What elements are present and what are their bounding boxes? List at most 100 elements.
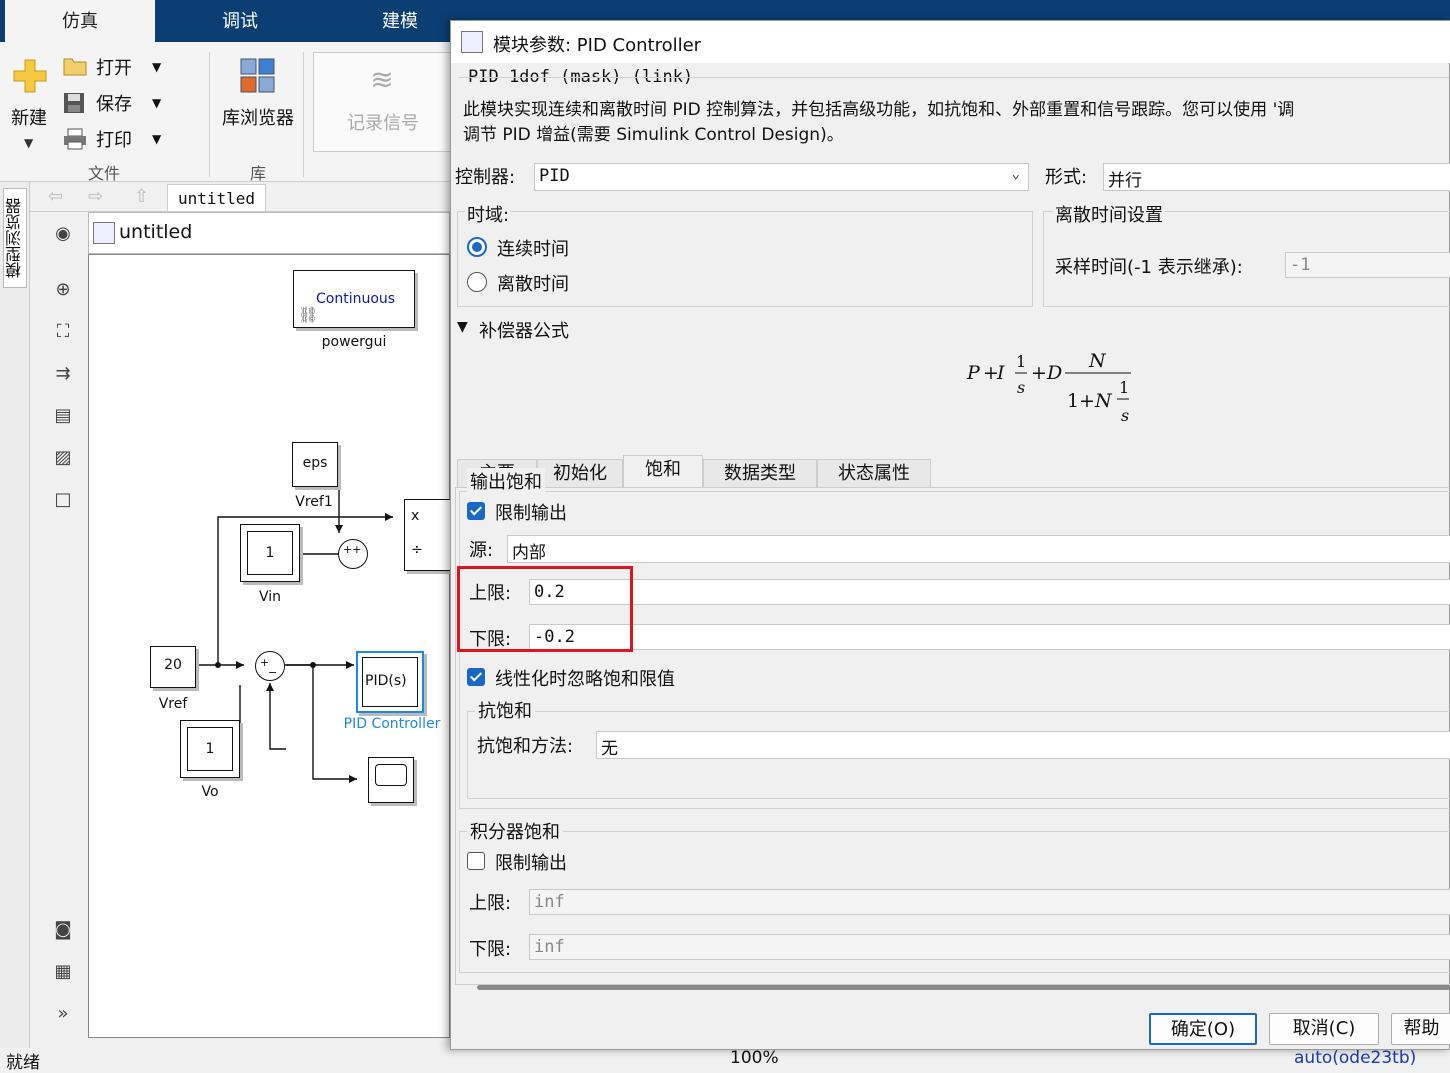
scope-screen-icon: [375, 764, 407, 786]
pid-controller-block[interactable]: PID(s): [356, 651, 424, 713]
model-canvas[interactable]: Continuous ⛓ powergui eps Vref1 ++ 1 Vin…: [88, 254, 456, 1038]
sample-time-input[interactable]: -1: [1285, 252, 1450, 278]
log-signals-button[interactable]: ≋ 记录信号: [313, 52, 451, 152]
library-browser-button[interactable]: 库浏览器: [222, 104, 294, 130]
tab-data-types[interactable]: 数据类型: [703, 459, 817, 487]
up-arrow-icon[interactable]: ⇧: [134, 186, 149, 207]
ok-button[interactable]: 确定(O): [1149, 1013, 1257, 1045]
chevron-down-icon: ⌄: [1011, 166, 1020, 182]
simulink-model-icon: [93, 222, 115, 244]
ignore-saturation-checkbox[interactable]: [467, 668, 485, 686]
svg-text:1: 1: [1016, 352, 1026, 371]
block-parameters-dialog: 模块参数: PID Controller PID 1dof (mask) (li…: [450, 20, 1450, 1050]
signal-lines: [197, 465, 393, 783]
sum1-signs: ++: [343, 543, 362, 556]
svg-text:D: D: [1046, 362, 1062, 384]
divide-div: ÷: [411, 542, 423, 558]
camera-icon[interactable]: ◙: [51, 918, 75, 942]
forward-arrow-icon[interactable]: ⇨: [88, 186, 103, 207]
cancel-button[interactable]: 取消(C): [1269, 1013, 1379, 1045]
status-ready: 就绪: [6, 1053, 40, 1073]
vo-label: Vo: [201, 784, 219, 800]
scope-block[interactable]: [368, 757, 414, 803]
print-dropdown-icon[interactable]: ▼: [152, 132, 161, 146]
save-dropdown-icon[interactable]: ▼: [152, 96, 161, 110]
controller-label: 控制器:: [455, 167, 516, 188]
divide-x: x: [411, 508, 420, 524]
property-inspector-icon[interactable]: ▦: [51, 960, 75, 984]
fit-view-icon[interactable]: ⛶: [51, 320, 75, 344]
tab-initialization[interactable]: 初始化: [537, 459, 623, 487]
form-select[interactable]: 并行: [1103, 163, 1450, 191]
continuous-label: 连续时间: [497, 239, 569, 260]
breadcrumb-tab[interactable]: untitled: [167, 184, 267, 212]
collapse-triangle-icon[interactable]: ▼: [457, 319, 468, 335]
vin-constant-block[interactable]: 1: [240, 524, 300, 582]
integrator-lower-input[interactable]: inf: [529, 934, 1450, 960]
svg-text:1: 1: [1067, 390, 1079, 412]
new-icon[interactable]: [12, 58, 48, 94]
vo-constant-block[interactable]: 1: [180, 720, 240, 778]
zoom-level: 100%: [730, 1048, 779, 1068]
highlight-box: [457, 566, 633, 652]
new-button[interactable]: 新建: [11, 104, 47, 130]
save-button[interactable]: 保存: [96, 90, 132, 116]
svg-text:I: I: [996, 362, 1005, 384]
form-value: 并行: [1108, 171, 1142, 191]
vref-constant-block[interactable]: 20: [150, 646, 196, 688]
log-signals-label: 记录信号: [347, 113, 419, 134]
ribbon-toolstrip: 新建 ▼ 打开 ▼ 保存 ▼ 打印 ▼ 文件 库浏览器 库 ≋ 记录信号: [0, 42, 451, 183]
tab-modeling[interactable]: 建模: [330, 0, 470, 42]
source-select[interactable]: 内部: [507, 535, 1450, 563]
file-group-label: 文件: [88, 164, 121, 183]
tab-simulation[interactable]: 仿真: [5, 0, 155, 42]
image-icon[interactable]: ▨: [51, 446, 75, 470]
continuous-radio[interactable]: [467, 237, 487, 257]
vin-value: 1: [247, 531, 293, 575]
model-title: untitled: [119, 221, 193, 243]
open-dropdown-icon[interactable]: ▼: [152, 60, 161, 74]
sum-block-1[interactable]: ++: [338, 539, 368, 569]
zoom-in-icon[interactable]: ⊕: [51, 278, 75, 302]
lower-limit-input[interactable]: -0.2: [529, 624, 1450, 650]
source-label: 源:: [469, 540, 494, 561]
divide-block[interactable]: x ÷: [404, 499, 456, 571]
sum-block-2[interactable]: + −: [255, 651, 285, 681]
expand-double-chevron-icon[interactable]: »: [51, 1002, 75, 1026]
tab-saturation[interactable]: 饱和: [623, 455, 703, 487]
solver-link[interactable]: auto(ode23tb): [1294, 1048, 1416, 1068]
annotation-icon[interactable]: ▤: [51, 404, 75, 428]
tab-state-attributes[interactable]: 状态属性: [817, 459, 931, 487]
save-disk-icon: [63, 92, 85, 114]
library-browser-icon: [240, 58, 276, 94]
print-icon: [63, 128, 87, 150]
back-arrow-icon[interactable]: ⇦: [48, 186, 63, 207]
integrator-limit-checkbox[interactable]: [467, 852, 485, 870]
open-button[interactable]: 打开: [96, 54, 132, 80]
controller-select[interactable]: PID ⌄: [534, 163, 1029, 191]
horizontal-scrollbar[interactable]: [477, 985, 1450, 990]
tab-debug[interactable]: 调试: [170, 0, 310, 42]
status-bar: 就绪 100% auto(ode23tb): [0, 1048, 1450, 1073]
hide-show-browser-icon[interactable]: ◉: [51, 222, 75, 246]
upper-limit-input[interactable]: 0.2: [529, 579, 1450, 605]
antiwindup-method-select[interactable]: 无: [596, 731, 1450, 759]
new-dropdown-icon[interactable]: ▼: [24, 136, 33, 150]
vo-value: 1: [187, 727, 233, 771]
help-button[interactable]: 帮助: [1391, 1013, 1450, 1045]
area-icon[interactable]: □: [51, 488, 75, 512]
eps-constant-block[interactable]: eps: [292, 442, 338, 487]
description-line-2: 调节 PID 增益(需要 Simulink Control Design)。: [463, 125, 844, 145]
model-browser-tab[interactable]: 模型浏览器: [3, 188, 27, 288]
output-saturation-label: 输出饱和: [467, 468, 545, 494]
compensator-label[interactable]: 补偿器公式: [479, 317, 569, 343]
discrete-radio[interactable]: [467, 272, 487, 292]
link-icon: ⛓: [298, 305, 319, 324]
powergui-block[interactable]: Continuous ⛓: [293, 270, 415, 328]
limit-output-checkbox[interactable]: [467, 502, 485, 520]
vref-value: 20: [164, 657, 182, 673]
print-button[interactable]: 打印: [96, 126, 132, 152]
route-lines-icon[interactable]: ⇉: [51, 362, 75, 386]
integrator-upper-input[interactable]: inf: [529, 889, 1450, 915]
sum2-minus: −: [268, 666, 278, 679]
